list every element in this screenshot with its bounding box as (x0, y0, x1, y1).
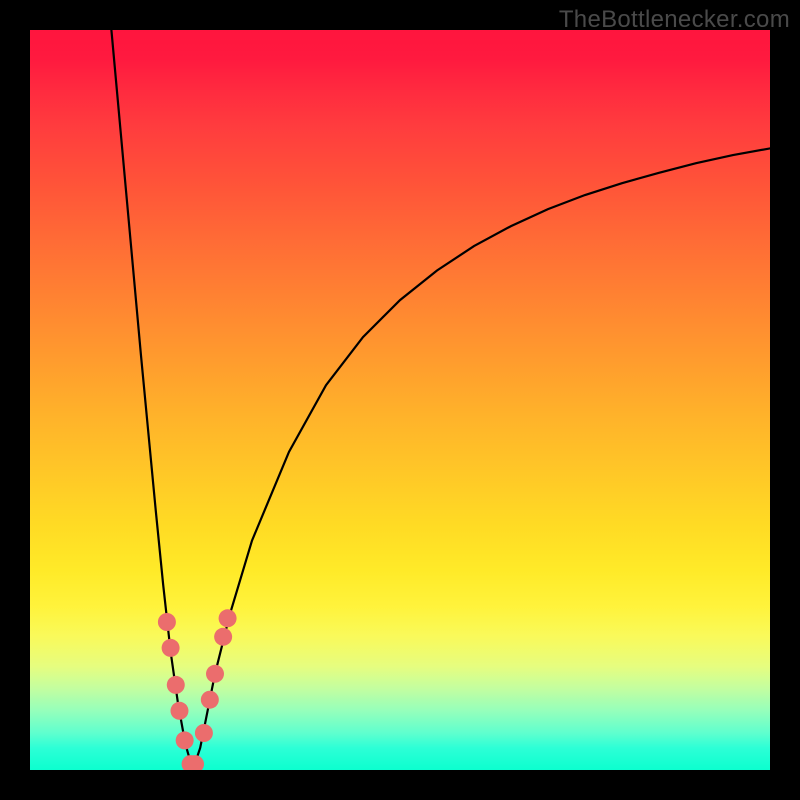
curve-layer (30, 30, 770, 770)
data-marker (170, 702, 188, 720)
data-marker (195, 724, 213, 742)
data-marker (219, 609, 237, 627)
right-curve (193, 148, 770, 770)
data-marker (162, 639, 180, 657)
data-marker (158, 613, 176, 631)
data-markers (158, 609, 237, 770)
plot-area (30, 30, 770, 770)
data-marker (214, 628, 232, 646)
chart-container: TheBottlenecker.com (0, 0, 800, 800)
data-marker (167, 676, 185, 694)
left-curve (111, 30, 192, 770)
data-marker (201, 691, 219, 709)
data-marker (176, 731, 194, 749)
watermark-text: TheBottlenecker.com (559, 6, 790, 34)
data-marker (206, 665, 224, 683)
